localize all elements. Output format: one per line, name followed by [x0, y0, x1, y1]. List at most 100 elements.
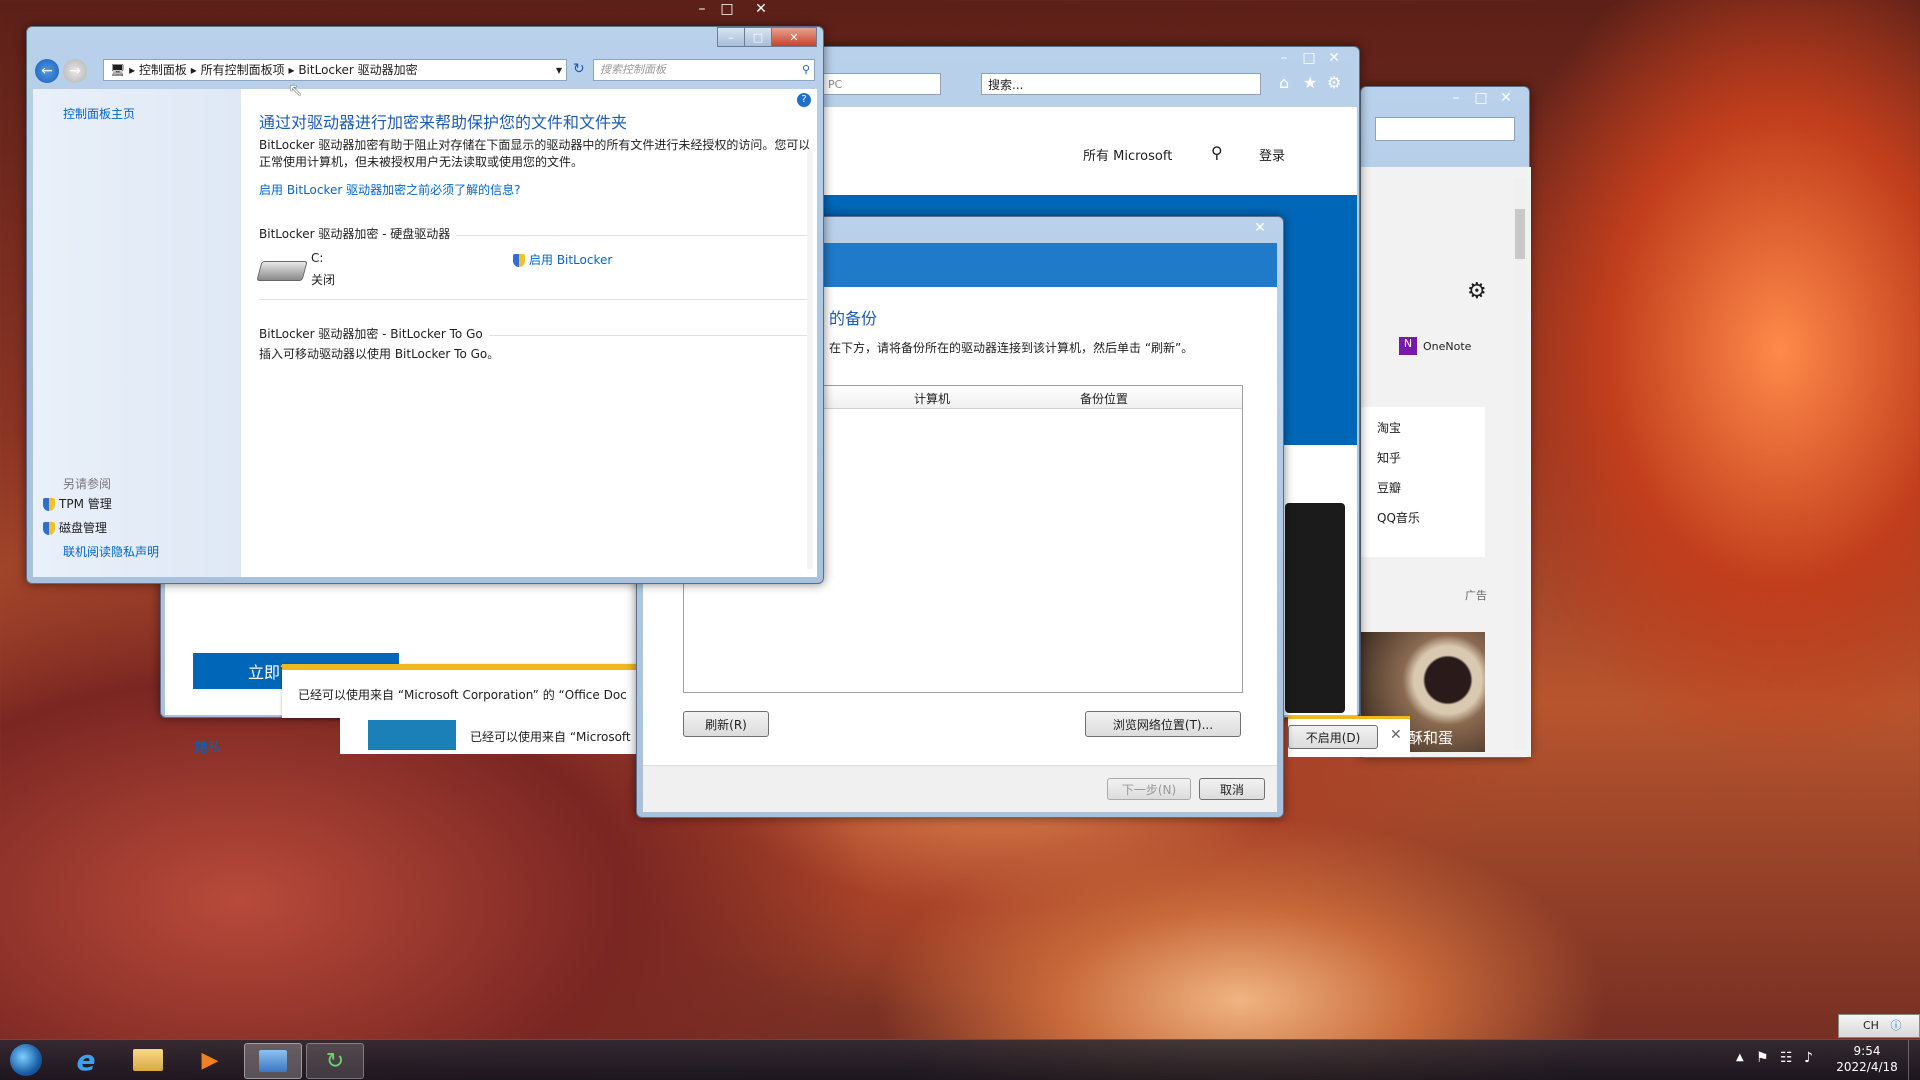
clock-time: 9:54 [1853, 1044, 1881, 1058]
sidebar-item-tpm[interactable]: TPM 管理 [43, 495, 112, 512]
gear-icon[interactable]: ⚙ [1467, 279, 1487, 304]
sidebar-item-disk[interactable]: 磁盘管理 [43, 519, 107, 536]
login-link[interactable]: 登录 [1259, 145, 1285, 164]
address-bar-2[interactable] [1375, 117, 1515, 141]
close-icon[interactable]: ✕ [739, 0, 783, 18]
taskbar-ie[interactable]: e [58, 1043, 114, 1077]
chevron-down-icon[interactable]: ▾ [556, 60, 562, 80]
start-button[interactable] [0, 1043, 52, 1077]
close-icon[interactable]: ✕ [771, 27, 817, 47]
taskbar: e ▶ ↻ ▲ ⚑ ☷ ♪ 9:54 2022/4/18 [0, 1039, 1920, 1080]
control-panel-window: – □ ✕ ← → 🖥︎ ▸ 控制面板 ▸ 所有控制面板项 ▸ BitLocke… [26, 26, 824, 584]
hard-drive-icon [256, 261, 308, 281]
cp-sidebar: 控制面板主页 另请参阅 TPM 管理 磁盘管理 联机阅读隐私声明 [33, 89, 241, 577]
taskbar-backup-restore[interactable]: ↻ [306, 1043, 364, 1079]
link-qqmusic[interactable]: QQ音乐 [1377, 509, 1420, 526]
enable-bitlocker-link[interactable]: 启用 BitLocker [513, 251, 612, 268]
column-computer[interactable]: 计算机 [914, 390, 950, 407]
hdd-section-label: BitLocker 驱动器加密 - 硬盘驱动器 [259, 227, 457, 241]
minimize-icon[interactable]: – [717, 27, 745, 47]
next-button[interactable]: 下一步(N) [1107, 778, 1191, 800]
language-indicator[interactable]: CH [1863, 1019, 1879, 1032]
breadcrumb-all-items[interactable]: 所有控制面板项 [201, 63, 285, 77]
refresh-button[interactable]: 刷新(R) [683, 711, 769, 737]
ad-label: 广告 [1465, 589, 1487, 602]
control-panel-icon: 🖥︎ [110, 63, 126, 77]
volume-icon[interactable]: ♪ [1804, 1050, 1813, 1066]
cancel-label: 取消 [1219, 782, 1244, 797]
taskbar-control-panel[interactable] [244, 1043, 302, 1079]
taskbar-explorer[interactable] [120, 1043, 176, 1077]
disable-button[interactable]: 不启用(D) [1288, 725, 1378, 749]
breadcrumb-bitlocker[interactable]: BitLocker 驱动器加密 [298, 63, 417, 77]
maximize-icon[interactable]: □ [1468, 89, 1494, 107]
column-location[interactable]: 备份位置 [1080, 390, 1128, 407]
close-icon[interactable]: ✕ [1321, 49, 1347, 67]
home-icon[interactable]: ⌂ [1279, 73, 1289, 92]
help-icon[interactable]: ? [797, 93, 811, 107]
next-label: 下一步(N) [1121, 782, 1177, 797]
home-icon[interactable]: ⌂ [1457, 119, 1465, 133]
close-icon[interactable]: ✕ [1493, 89, 1519, 107]
minimize-icon[interactable]: – [1443, 89, 1469, 107]
divider [259, 299, 811, 300]
nav-all-microsoft[interactable]: 所有 Microsoft [1083, 145, 1172, 164]
search-input[interactable]: 搜索控制面板 ⚲ [593, 59, 815, 81]
network-icon[interactable]: ☷ [1780, 1050, 1793, 1066]
drive-status: 关闭 [311, 273, 336, 287]
favorites-icon[interactable]: ★ [1479, 119, 1490, 133]
privacy-link[interactable]: 隐私 [195, 737, 221, 756]
settings-icon[interactable]: ⚙ [1501, 119, 1512, 133]
back-button-icon[interactable]: ← [35, 59, 59, 83]
clock[interactable]: 9:54 2022/4/18 [1832, 1043, 1902, 1075]
link-taobao[interactable]: 淘宝 [1377, 419, 1401, 436]
cp-scrollbar[interactable] [807, 149, 813, 569]
link-zhihu[interactable]: 知乎 [1377, 449, 1401, 466]
onenote-label[interactable]: OneNote [1423, 340, 1471, 353]
close-notification-icon[interactable]: ✕ [1390, 727, 1402, 743]
enable-bitlocker-label: 启用 BitLocker [529, 253, 613, 267]
control-panel-icon [259, 1050, 287, 1072]
search-icon[interactable]: ⚲ [1211, 143, 1223, 162]
maximize-icon[interactable]: □ [714, 0, 740, 18]
browser-window-2: – □ ✕ ⌂ ★ ⚙ ⚙ N OneNote 淘宝 知乎 豆瓣 QQ音乐 广告… [1360, 86, 1531, 758]
help-icon[interactable]: ⓘ [1890, 1019, 1901, 1032]
drive-letter[interactable]: C: [311, 251, 323, 265]
clock-date: 2022/4/18 [1836, 1060, 1898, 1074]
minimize-icon[interactable]: – [689, 0, 715, 18]
show-hidden-icons-icon[interactable]: ▲ [1736, 1052, 1744, 1063]
flag-icon[interactable]: ⚑ [1756, 1050, 1769, 1066]
laptop-image [1285, 503, 1345, 713]
sidebar-home-link[interactable]: 控制面板主页 [63, 105, 135, 122]
forward-button-icon[interactable]: → [63, 59, 87, 83]
scrollbar-2[interactable] [1513, 179, 1527, 749]
maximize-icon[interactable]: □ [1296, 49, 1322, 67]
close-icon[interactable]: ✕ [1247, 219, 1273, 237]
privacy-statement-link[interactable]: 联机阅读隐私声明 [63, 543, 159, 560]
notification-bar-3: 不启用(D) ✕ [1288, 716, 1410, 757]
refresh-icon[interactable]: ↻ [573, 61, 585, 77]
refresh-label: 刷新(R) [705, 717, 747, 732]
learn-more-link[interactable]: 启用 BitLocker 驱动器加密之前必须了解的信息? [259, 181, 521, 198]
hdd-section-title: BitLocker 驱动器加密 - 硬盘驱动器 [259, 225, 811, 241]
browse-network-button[interactable]: 浏览网络位置(T)... [1085, 711, 1241, 737]
notification-bar-2: 已经可以使用来自 “Microsoft [340, 716, 642, 754]
favorites-icon[interactable]: ★ [1303, 73, 1317, 92]
shield-icon [43, 498, 55, 511]
cancel-button[interactable]: 取消 [1199, 778, 1265, 800]
address-bar[interactable]: 🖥︎ ▸ 控制面板 ▸ 所有控制面板项 ▸ BitLocker 驱动器加密 ▾ [103, 59, 567, 81]
address-bar-tail[interactable]: PC [821, 73, 941, 95]
togo-section-title: BitLocker 驱动器加密 - BitLocker To Go [259, 325, 811, 341]
settings-icon[interactable]: ⚙ [1327, 73, 1341, 92]
browser-search-input[interactable]: 搜索... [981, 73, 1261, 95]
notification-bar-1: 已经可以使用来自 “Microsoft Corporation” 的 “Offi… [282, 664, 642, 718]
shield-icon [513, 254, 525, 267]
link-douban[interactable]: 豆瓣 [1377, 479, 1401, 496]
show-desktop-button[interactable] [1908, 1040, 1920, 1080]
minimize-icon[interactable]: – [1271, 49, 1297, 67]
taskbar-media-player[interactable]: ▶ [182, 1043, 238, 1077]
mouse-cursor-icon: ↖ [288, 80, 304, 101]
breadcrumb-control-panel[interactable]: 控制面板 [139, 63, 187, 77]
search-icon: ⚲ [801, 63, 810, 76]
maximize-icon[interactable]: □ [744, 27, 772, 47]
